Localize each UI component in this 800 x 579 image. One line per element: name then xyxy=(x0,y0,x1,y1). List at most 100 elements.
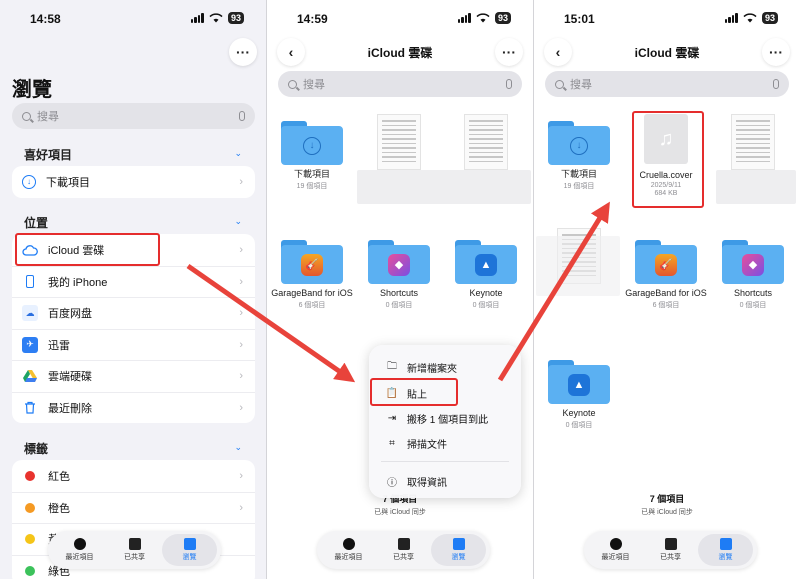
file-item-shortcuts[interactable]: ◆ Shortcuts 0 個項目 xyxy=(710,240,796,310)
download-icon: ↓ xyxy=(303,136,321,155)
chevron-right-icon: › xyxy=(239,469,243,482)
sync-status: 已與 iCloud 同步 xyxy=(641,509,693,516)
item-count: 7 個項目 xyxy=(649,494,685,504)
tab-label: 最近項目 xyxy=(601,554,630,561)
chevron-right-icon: › xyxy=(239,275,243,288)
red-tag-dot xyxy=(25,470,35,481)
tab-bar: 最近項目 已共享 瀏覽 xyxy=(317,531,490,569)
tag-orange[interactable]: 橙色 › xyxy=(12,491,255,524)
clock-icon xyxy=(609,538,622,550)
microphone-icon[interactable] xyxy=(506,79,512,89)
status-bar: 14:58 93 xyxy=(0,10,266,28)
chevron-right-icon: › xyxy=(239,307,243,320)
file-name: 下載項目 xyxy=(293,169,330,179)
tab-shared[interactable]: 已共享 xyxy=(643,534,698,566)
file-item-document[interactable] xyxy=(356,114,442,170)
menu-item-label: 掃描文件 xyxy=(407,440,447,451)
file-item-keynote[interactable]: ▲ Keynote 0 個項目 xyxy=(443,240,529,310)
folder-icon: ◆ xyxy=(722,240,784,284)
tab-recents[interactable]: 最近項目 xyxy=(321,534,376,566)
tab-browse[interactable]: 瀏覽 xyxy=(698,534,753,566)
file-item-downloads[interactable]: ↓ 下載項目 19 個項目 xyxy=(536,121,622,191)
shared-folder-icon xyxy=(128,538,141,550)
search-input[interactable]: 搜尋 xyxy=(545,71,789,97)
more-options-button[interactable]: ··· xyxy=(229,38,257,66)
sidebar-item-baidu[interactable]: ☁ 百度网盘 › xyxy=(12,297,255,329)
folder-icon: ↓ xyxy=(281,121,343,165)
sidebar-item-recently-deleted[interactable]: 最近刪除 › xyxy=(12,391,255,424)
search-input[interactable]: 搜尋 xyxy=(12,103,255,129)
microphone-icon[interactable] xyxy=(773,79,779,89)
tab-browse[interactable]: 瀏覽 xyxy=(431,534,486,566)
sidebar-item-label: 我的 iPhone xyxy=(48,276,108,289)
chevron-down-icon[interactable]: ⌄ xyxy=(234,442,242,453)
tab-label: 已共享 xyxy=(660,554,681,561)
document-thumbnail xyxy=(464,114,508,170)
menu-item-get-info[interactable]: ⓘ 取得資訊 xyxy=(385,474,447,489)
folder-icon: ▲ xyxy=(548,360,610,404)
menu-item-label: 取得資訊 xyxy=(407,478,447,489)
file-name: GarageBand for iOS xyxy=(625,288,707,298)
tab-shared[interactable]: 已共享 xyxy=(107,534,162,566)
signal-icon xyxy=(457,13,471,23)
new-folder-icon: 🗀 xyxy=(387,361,397,372)
keynote-icon: ▲ xyxy=(568,373,590,396)
tab-recents[interactable]: 最近項目 xyxy=(588,534,643,566)
search-input[interactable]: 搜尋 xyxy=(278,71,522,97)
context-menu: 🗀 新增檔案夾 📋 貼上 ⇥ 搬移 1 個項目到此 ⌗ 掃描文件 ⓘ 取得資訊 xyxy=(369,345,521,498)
status-bar: 15:01 93 xyxy=(534,10,800,28)
folder-icon: 🎸 xyxy=(635,240,697,284)
sidebar-item-iphone[interactable]: 我的 iPhone › xyxy=(12,265,255,298)
file-item-keynote[interactable]: ▲ Keynote 0 個項目 xyxy=(536,360,622,430)
status-time: 15:01 xyxy=(564,12,595,26)
tab-label: 已共享 xyxy=(124,554,145,561)
file-subtitle: 0 個項目 xyxy=(385,302,413,309)
chevron-right-icon: › xyxy=(239,338,243,351)
chevron-down-icon[interactable]: ⌄ xyxy=(234,216,242,227)
ellipsis-icon: ··· xyxy=(236,44,250,60)
file-item-document[interactable] xyxy=(443,114,529,170)
menu-item-move[interactable]: ⇥ 搬移 1 個項目到此 xyxy=(385,411,488,426)
file-item-document[interactable] xyxy=(710,114,796,170)
tab-recents[interactable]: 最近項目 xyxy=(52,534,107,566)
file-item-downloads[interactable]: ↓ 下載項目 19 個項目 xyxy=(269,121,355,191)
chevron-right-icon: › xyxy=(239,243,243,256)
download-icon: ↓ xyxy=(570,136,588,155)
garageband-icon: 🎸 xyxy=(301,253,323,276)
search-icon xyxy=(555,79,564,89)
download-icon: ↓ xyxy=(22,174,36,189)
sidebar-item-downloads[interactable]: ↓ 下載項目 › xyxy=(12,166,255,198)
menu-item-new-folder[interactable]: 🗀 新增檔案夾 xyxy=(385,359,457,376)
file-item-garageband[interactable]: 🎸 GarageBand for iOS 6 個項目 xyxy=(623,240,709,310)
ellipsis-icon: ··· xyxy=(502,44,516,60)
tab-bar: 最近項目 已共享 瀏覽 xyxy=(584,531,757,569)
icloud-drive-after-paste-screen: 15:01 93 ‹ iCloud 雲碟 ··· 搜尋 ↓ 下載項目 19 個項… xyxy=(534,0,800,579)
tag-red[interactable]: 紅色 › xyxy=(12,460,255,492)
file-name: Shortcuts xyxy=(733,288,773,298)
tab-label: 瀏覽 xyxy=(718,554,733,561)
microphone-icon[interactable] xyxy=(239,111,245,121)
wifi-icon xyxy=(743,13,757,23)
more-options-button[interactable]: ··· xyxy=(495,38,523,66)
chevron-down-icon[interactable]: ⌄ xyxy=(234,148,242,159)
move-icon: ⇥ xyxy=(387,413,397,424)
yellow-tag-dot xyxy=(25,534,35,545)
tab-browse[interactable]: 瀏覽 xyxy=(162,534,217,566)
more-options-button[interactable]: ··· xyxy=(762,38,790,66)
page-title: iCloud 雲碟 xyxy=(634,46,700,60)
sidebar-item-label: 最近刪除 xyxy=(48,402,92,415)
shared-folder-icon xyxy=(397,538,410,550)
file-item-shortcuts[interactable]: ◆ Shortcuts 0 個項目 xyxy=(356,240,442,310)
sidebar-item-google-drive[interactable]: 雲端硬碟 › xyxy=(12,360,255,392)
tag-label: 紅色 xyxy=(48,470,70,483)
trash-icon xyxy=(22,400,38,416)
tab-shared[interactable]: 已共享 xyxy=(376,534,431,566)
file-subtitle: 6 個項目 xyxy=(652,302,680,309)
shared-folder-icon xyxy=(664,538,677,550)
sidebar-item-label: 迅雷 xyxy=(48,339,70,352)
sidebar-item-xunlei[interactable]: ✈ 迅雷 › xyxy=(12,328,255,361)
file-item-garageband[interactable]: 🎸 GarageBand for iOS 6 個項目 xyxy=(269,240,355,310)
shortcuts-icon: ◆ xyxy=(742,253,764,276)
menu-item-scan[interactable]: ⌗ 掃描文件 xyxy=(385,436,447,451)
scan-icon: ⌗ xyxy=(389,438,395,449)
